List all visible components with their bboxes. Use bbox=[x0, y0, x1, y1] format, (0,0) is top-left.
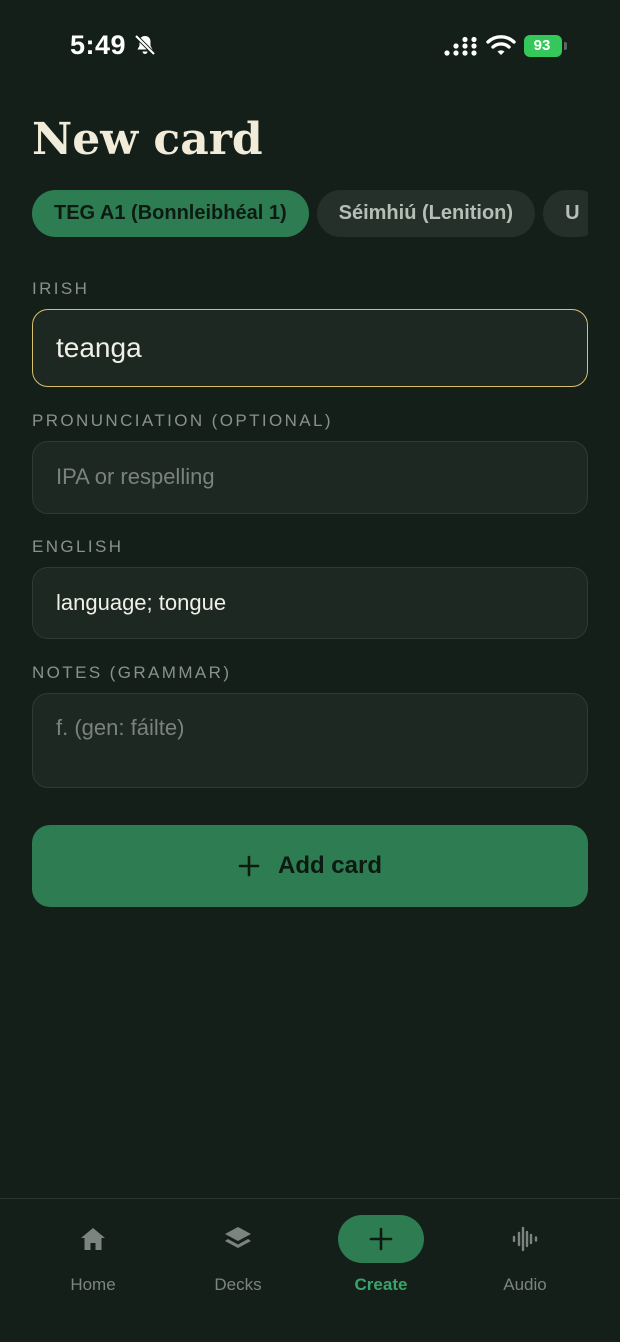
layers-icon bbox=[225, 1227, 251, 1248]
nav-label-create: Create bbox=[354, 1275, 408, 1294]
nav-label-audio: Audio bbox=[503, 1275, 547, 1294]
nav-item-home[interactable]: Home bbox=[38, 1215, 148, 1295]
waveform-icon bbox=[512, 1226, 538, 1252]
nav-item-create[interactable]: Create bbox=[326, 1215, 436, 1295]
english-input[interactable]: language; tongue bbox=[32, 567, 588, 639]
irish-label: IRISH bbox=[32, 279, 90, 298]
deck-chip-teg-a1[interactable]: TEG A1 (Bonnleibhéal 1) bbox=[32, 190, 309, 237]
nav-item-decks[interactable]: Decks bbox=[183, 1215, 293, 1295]
bottom-nav: Home Decks Create Audio bbox=[0, 1198, 620, 1342]
plus-icon bbox=[238, 855, 260, 877]
deck-chip-seimhiu[interactable]: Séimhiú (Lenition) bbox=[316, 190, 536, 237]
battery-charging-icon: 93 bbox=[524, 35, 567, 57]
pronunciation-label: PRONUNCIATION (OPTIONAL) bbox=[32, 411, 333, 430]
pronunciation-placeholder: IPA or respelling bbox=[56, 464, 215, 489]
english-value: language; tongue bbox=[56, 590, 227, 615]
irish-input[interactable]: teanga bbox=[32, 309, 588, 387]
page-title: New card bbox=[32, 114, 263, 165]
add-card-button[interactable]: Add card bbox=[32, 825, 588, 907]
notes-textarea[interactable]: f. (gen: fáilte) bbox=[32, 693, 588, 788]
status-bar: 5:49 93 bbox=[0, 0, 620, 92]
battery-percent: 93 bbox=[533, 37, 551, 54]
home-icon bbox=[81, 1228, 105, 1250]
notes-placeholder: f. (gen: fáilte) bbox=[56, 715, 185, 740]
plus-icon bbox=[369, 1227, 393, 1251]
nav-label-decks: Decks bbox=[214, 1275, 262, 1294]
status-time: 5:49 bbox=[70, 30, 127, 60]
nav-item-audio[interactable]: Audio bbox=[470, 1215, 580, 1295]
add-card-label: Add card bbox=[277, 852, 382, 879]
deck-selector: TEG A1 (Bonnleibhéal 1) Séimhiú (Lenition… bbox=[32, 190, 588, 238]
irish-value: teanga bbox=[56, 332, 142, 363]
english-label: ENGLISH bbox=[32, 537, 124, 556]
pronunciation-input[interactable]: IPA or respelling bbox=[32, 441, 588, 514]
signal-icon bbox=[444, 36, 477, 56]
deck-chip-3[interactable]: U bbox=[543, 190, 588, 237]
nav-label-home: Home bbox=[70, 1275, 116, 1294]
notes-label: NOTES (GRAMMAR) bbox=[32, 663, 232, 682]
wifi-icon bbox=[486, 35, 516, 55]
bell-slash-icon bbox=[134, 34, 156, 56]
